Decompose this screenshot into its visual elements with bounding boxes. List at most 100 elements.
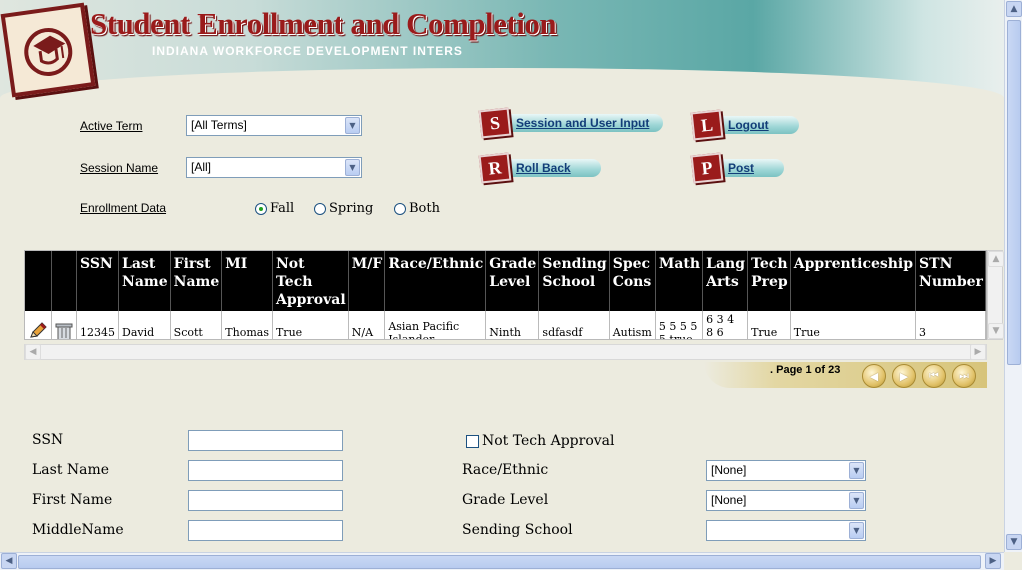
rollback-key-icon: R (478, 152, 512, 184)
first-name-input[interactable] (188, 490, 343, 511)
cell-not-tech-approval: True (272, 311, 349, 339)
scroll-right-icon[interactable]: ▶ (985, 553, 1001, 569)
scroll-left-icon[interactable]: ◀ (1, 553, 17, 569)
delete-cell[interactable] (51, 311, 78, 340)
chevron-down-icon[interactable]: ▼ (849, 462, 864, 479)
sending-school-label: Sending School (462, 522, 573, 538)
horizontal-scroll-thumb[interactable] (18, 555, 981, 569)
session-key-icon: S (478, 107, 512, 139)
cell-mi: Thomas (221, 311, 273, 339)
chevron-down-icon[interactable]: ▼ (345, 117, 360, 134)
active-term-label[interactable]: Active Term (80, 119, 142, 133)
column-header-ssn[interactable]: SSN (76, 251, 120, 311)
app-logo (0, 2, 96, 98)
enrollment-grid: SSN Last Name First Name MI Not Tech App… (24, 250, 987, 340)
radio-fall[interactable]: Fall (255, 201, 294, 216)
cell-lang-arts: 6 3 4 8 6 false (702, 311, 749, 339)
grade-level-select[interactable]: [None] ▼ (706, 490, 866, 511)
cell-stn-number: 3 (915, 311, 986, 339)
roll-back-button[interactable]: R Roll Back (478, 152, 601, 184)
cell-last-name: David (118, 311, 171, 339)
logout-button[interactable]: L Logout (690, 109, 799, 141)
last-name-label: Last Name (32, 462, 110, 478)
page-vertical-scrollbar[interactable]: ▲ ▼ (1004, 0, 1022, 552)
column-header-tech-prep[interactable]: Tech Prep (747, 251, 791, 311)
middle-name-input[interactable] (188, 520, 343, 541)
column-header-first-name[interactable]: First Name (170, 251, 223, 311)
edit-cell[interactable] (25, 311, 52, 340)
active-term-select[interactable]: [All Terms] ▼ (186, 115, 362, 136)
radio-button-selected[interactable] (255, 202, 267, 215)
scroll-up-icon[interactable]: ▲ (1006, 1, 1022, 17)
next-page-icon[interactable]: ▶ (892, 364, 916, 388)
cell-ssn: 12345 (76, 311, 120, 339)
cell-tech-prep: True (747, 311, 791, 339)
radio-button[interactable] (314, 202, 326, 215)
scroll-up-icon[interactable]: ▲ (988, 251, 1004, 267)
delete-column-header (51, 251, 78, 311)
not-tech-approval-checkbox[interactable] (466, 435, 479, 448)
column-header-math[interactable]: Math (655, 251, 704, 311)
ssn-label: SSN (32, 432, 64, 448)
column-header-last-name[interactable]: Last Name (118, 251, 171, 311)
radio-both[interactable]: Both (394, 201, 440, 216)
chevron-down-icon[interactable]: ▼ (849, 492, 864, 509)
column-header-race-ethnic[interactable]: Race/Ethnic (384, 251, 487, 311)
session-name-label[interactable]: Session Name (80, 161, 158, 175)
cell-math: 5 5 5 5 5 true (655, 311, 704, 339)
active-term-value: [All Terms] (191, 118, 247, 132)
scrollbar-corner (1004, 552, 1022, 570)
page-subtitle: INDIANA WORKFORCE DEVELOPMENT INTERS (152, 44, 463, 58)
first-page-icon[interactable]: ⏮ (922, 364, 946, 388)
column-header-grade-level[interactable]: Grade Level (485, 251, 540, 311)
column-header-sending-school[interactable]: Sending School (538, 251, 610, 311)
column-header-mi[interactable]: MI (221, 251, 273, 311)
ssn-input[interactable] (188, 430, 343, 451)
grid-vertical-scrollbar[interactable]: ▲ ▼ (987, 250, 1004, 340)
session-name-select[interactable]: [All] ▼ (186, 157, 362, 178)
chevron-down-icon[interactable]: ▼ (345, 159, 360, 176)
cell-first-name: Scott (170, 311, 223, 339)
trash-icon[interactable] (55, 321, 73, 340)
last-name-input[interactable] (188, 460, 343, 481)
scroll-left-icon[interactable]: ◀ (25, 344, 41, 360)
scroll-down-icon[interactable]: ▼ (1006, 534, 1022, 550)
pencil-icon[interactable] (28, 321, 48, 340)
column-header-mf[interactable]: M/F (348, 251, 386, 311)
grid-horizontal-scrollbar[interactable]: ◀ ▶ (24, 344, 987, 360)
cell-mf: N/A (348, 311, 386, 339)
column-header-apprenticeship[interactable]: Apprenticeship (790, 251, 917, 311)
radio-button[interactable] (394, 202, 406, 215)
enrollment-data-label[interactable]: Enrollment Data (80, 201, 166, 215)
table-row: 12345 David Scott Thomas True N/A Asian … (25, 311, 986, 340)
chevron-down-icon[interactable]: ▼ (849, 522, 864, 539)
post-button[interactable]: P Post (690, 152, 785, 184)
not-tech-approval-label[interactable]: Not Tech Approval (482, 433, 615, 449)
session-name-value: [All] (191, 160, 212, 174)
post-key-icon: P (690, 152, 724, 184)
scroll-right-icon[interactable]: ▶ (970, 344, 986, 360)
last-page-icon[interactable]: ⏭ (952, 364, 976, 388)
race-ethnic-select[interactable]: [None] ▼ (706, 460, 866, 481)
session-and-user-input-label: Session and User Input (506, 114, 664, 132)
scroll-down-icon[interactable]: ▼ (988, 323, 1004, 339)
sending-school-select[interactable]: ▼ (706, 520, 866, 541)
page-header: Student Enrollment and Completion INDIAN… (0, 0, 1004, 100)
column-header-stn-number[interactable]: STN Number (915, 251, 986, 311)
column-header-not-tech-approval[interactable]: Not Tech Approval (272, 251, 349, 311)
logout-key-icon: L (690, 109, 724, 141)
vertical-scroll-thumb[interactable] (1007, 20, 1021, 365)
table-header-row: SSN Last Name First Name MI Not Tech App… (25, 251, 986, 311)
previous-page-icon[interactable]: ◀ (862, 364, 886, 388)
header-swoosh (0, 68, 1004, 100)
page-title: Student Enrollment and Completion (90, 6, 557, 41)
column-header-spec-cons[interactable]: Spec Cons (609, 251, 656, 311)
cell-spec-cons: Autism (609, 311, 656, 339)
radio-spring[interactable]: Spring (314, 201, 373, 216)
grade-level-value: [None] (711, 493, 747, 507)
radio-spring-label: Spring (329, 201, 374, 216)
column-header-lang-arts[interactable]: Lang Arts (702, 251, 749, 311)
session-and-user-input-button[interactable]: S Session and User Input (478, 107, 664, 139)
page-horizontal-scrollbar[interactable]: ◀ ▶ (0, 552, 1004, 570)
cell-grade-level: Ninth (485, 311, 540, 339)
